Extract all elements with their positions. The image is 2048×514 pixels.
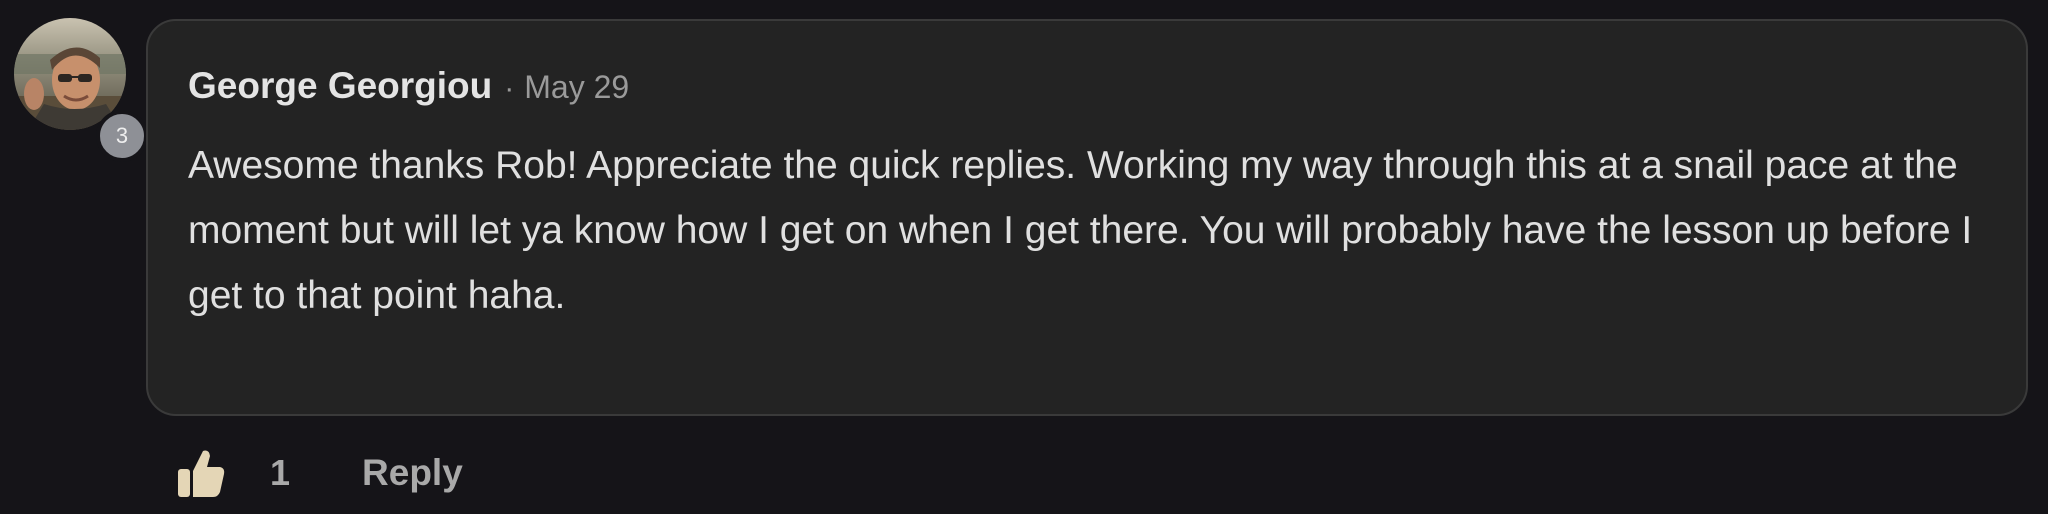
meta-separator: · [504, 72, 515, 105]
like-count: 1 [270, 452, 291, 493]
reply-button[interactable]: Reply [362, 452, 463, 494]
avatar-container[interactable]: 3 [14, 18, 148, 162]
thumbs-up-icon [178, 450, 225, 497]
like-button[interactable] [174, 445, 228, 501]
comment-meta: George Georgiou · May 29 [188, 65, 629, 107]
comment: 3 George Georgiou · May 29 Awesome thank… [0, 0, 2048, 514]
comment-date[interactable]: May 29 [524, 69, 629, 106]
author-name[interactable]: George Georgiou [188, 65, 492, 107]
level-badge: 3 [96, 110, 148, 162]
comment-actions: 1 Reply [174, 442, 463, 504]
comment-text: Awesome thanks Rob! Appreciate the quick… [188, 144, 1973, 317]
comment-bubble: George Georgiou · May 29 Awesome thanks … [146, 19, 2028, 416]
